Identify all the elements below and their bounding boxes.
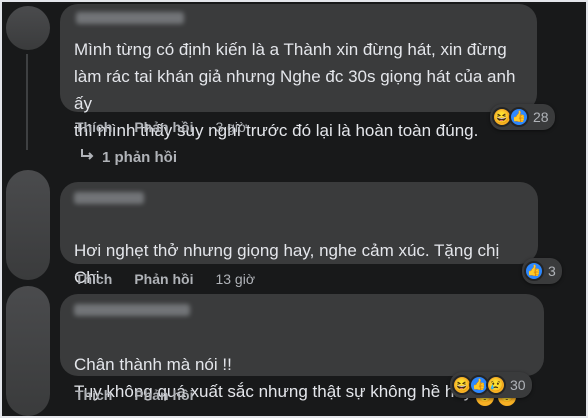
author-name[interactable] bbox=[74, 192, 144, 204]
like-icon: 👍 bbox=[524, 261, 544, 281]
comment-bubble: Mình từng có định kiến là a Thành xin đừ… bbox=[60, 4, 537, 140]
avatar[interactable] bbox=[6, 286, 50, 416]
timestamp[interactable]: 13 giờ bbox=[215, 271, 255, 287]
reaction-count: 3 bbox=[548, 263, 556, 279]
like-button[interactable]: Thích bbox=[75, 271, 112, 287]
view-replies-label: 1 phản hồi bbox=[102, 148, 177, 166]
avatar[interactable] bbox=[6, 6, 50, 50]
reaction-summary[interactable]: 😆 👍 😢 30 bbox=[450, 372, 532, 398]
author-name[interactable] bbox=[74, 304, 190, 316]
comment-bubble: Chân thành mà nói !! Tuy không quá xuất … bbox=[60, 294, 544, 406]
reply-button[interactable]: Phản hồi bbox=[134, 119, 193, 135]
author-name[interactable] bbox=[76, 12, 184, 24]
like-button[interactable]: Thích bbox=[75, 387, 112, 403]
comment-actions: Thích Phản hồi 13 giờ bbox=[75, 271, 255, 287]
sad-icon: 😢 bbox=[486, 375, 506, 395]
comment-actions: Thích Phản hồi 3 giờ bbox=[75, 119, 247, 135]
timestamp[interactable]: 3 giờ bbox=[215, 119, 247, 135]
like-button[interactable]: Thích bbox=[75, 119, 112, 135]
comment-bubble: Hơi nghẹt thở nhưng giọng hay, nghe cảm … bbox=[60, 182, 538, 319]
reply-arrow-icon bbox=[80, 148, 94, 166]
avatar[interactable] bbox=[6, 170, 50, 280]
reply-button[interactable]: Phản hồi bbox=[134, 271, 193, 287]
like-icon: 👍 bbox=[509, 107, 529, 127]
reaction-count: 30 bbox=[510, 377, 526, 393]
thread-line bbox=[26, 54, 28, 150]
reply-button[interactable]: Phản hồi bbox=[134, 387, 193, 403]
reaction-summary[interactable]: 👍 3 bbox=[522, 258, 562, 284]
view-replies-link[interactable]: 1 phản hồi bbox=[80, 148, 177, 166]
reaction-count: 28 bbox=[533, 109, 549, 125]
comment-actions: Thích Phản hồi bbox=[75, 387, 215, 403]
reaction-summary[interactable]: 😆 👍 28 bbox=[490, 104, 555, 130]
